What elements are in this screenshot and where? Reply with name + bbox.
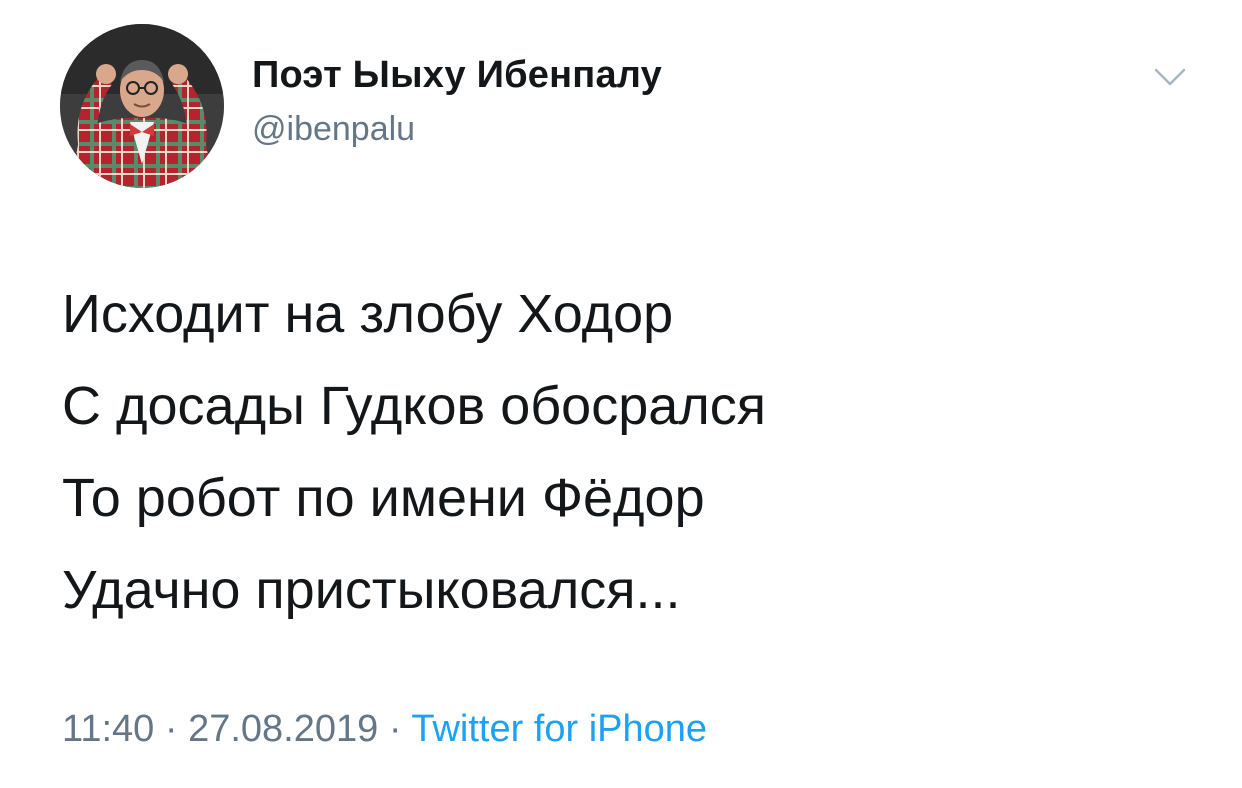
tweet-time[interactable]: 11:40 bbox=[62, 708, 154, 750]
meta-separator: · bbox=[164, 708, 178, 750]
chevron-down-icon[interactable] bbox=[1150, 62, 1190, 92]
tweet-source-link[interactable]: Twitter for iPhone bbox=[411, 708, 707, 750]
display-name[interactable]: Поэт Ыыху Ибенпалу bbox=[252, 54, 662, 97]
tweet-text-line: С досады Гудков обосрался bbox=[62, 376, 767, 436]
tweet-text-line: То робот по имени Фёдор bbox=[62, 468, 705, 528]
tweet-text-line: Удачно пристыковался... bbox=[62, 560, 681, 620]
meta-separator: · bbox=[388, 708, 402, 750]
profile-photo-icon bbox=[60, 24, 224, 188]
avatar[interactable] bbox=[60, 24, 224, 188]
tweet-text-line: Исходит на злобу Ходор bbox=[62, 284, 674, 344]
tweet-meta: 11:40 · 27.08.2019 · Twitter for iPhone bbox=[62, 708, 707, 751]
tweet-date[interactable]: 27.08.2019 bbox=[188, 708, 378, 750]
user-handle[interactable]: @ibenpalu bbox=[252, 110, 415, 149]
tweet-text: Исходит на злобу Ходор С досады Гудков о… bbox=[62, 268, 1182, 636]
